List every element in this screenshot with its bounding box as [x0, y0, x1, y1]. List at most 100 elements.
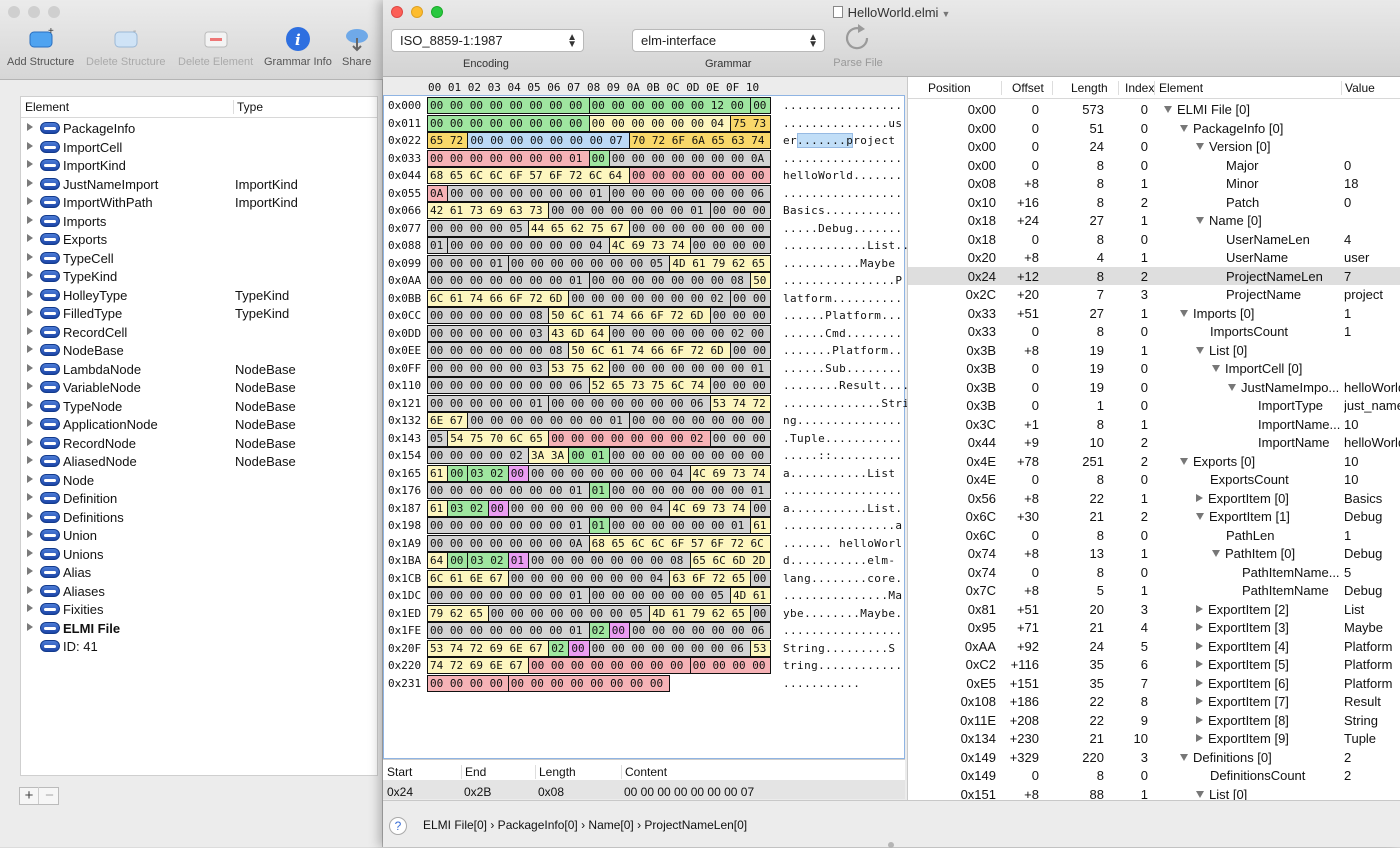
hex-byte-group[interactable]: 00 00 00 00 00 00 00 06 [588, 639, 752, 657]
column-offset[interactable]: Offset [1001, 81, 1044, 95]
disclosure-open-icon[interactable] [1180, 457, 1188, 465]
hex-byte-group[interactable]: 00 00 00 00 00 00 00 06 [608, 184, 772, 202]
ascii-text[interactable]: ......Cmd........ [783, 327, 902, 340]
hex-row[interactable]: 0x055 0A 00 00 00 00 00 00 00 01 00 00 00 0… [384, 184, 904, 203]
ascii-text[interactable]: er.......project [783, 134, 895, 147]
hex-row[interactable]: 0x022 65 72 00 00 00 00 00 00 00 07 70 72 6… [384, 132, 904, 150]
structure-item[interactable]: VariableNode NodeBase [21, 378, 377, 397]
structure-item[interactable]: FilledType TypeKind [21, 304, 377, 323]
minimize-button[interactable] [28, 6, 40, 18]
hex-byte-group[interactable]: 00 00 00 00 00 00 00 01 [427, 149, 590, 167]
structure-item[interactable]: AliasedNode NodeBase [21, 452, 377, 471]
ascii-text[interactable]: ........Result.... [783, 379, 909, 392]
tree-row[interactable]: 0x2C +20 7 3 ProjectName project [908, 285, 1400, 304]
ascii-text[interactable]: ................. [783, 187, 902, 200]
disclosure-open-icon[interactable] [1212, 550, 1220, 557]
add-structure-button[interactable]: + Add Structure [7, 26, 74, 68]
resize-handle[interactable] [888, 842, 894, 848]
hex-byte-group[interactable]: 00 00 00 01 [427, 254, 509, 272]
structure-item[interactable]: Alias [21, 563, 377, 582]
hex-byte-group[interactable]: 00 00 [730, 289, 772, 307]
ascii-text[interactable]: lang........core. [783, 572, 902, 585]
hex-byte-group[interactable]: 00 [750, 97, 772, 114]
ascii-text[interactable]: ybe........Maybe. [783, 607, 902, 620]
tree-row[interactable]: 0x3C +1 8 1 ImportName... 10 [908, 415, 1400, 434]
structure-item[interactable]: Definitions [21, 508, 377, 527]
hex-byte-group[interactable]: 00 00 00 00 00 00 00 0A [427, 534, 590, 552]
structure-item[interactable]: Definition [21, 489, 377, 508]
hex-byte-group[interactable]: 00 00 00 00 00 00 00 01 [427, 587, 590, 604]
column-value[interactable]: Value [1341, 81, 1375, 95]
hex-byte-group[interactable]: 00 00 00 00 00 00 00 05 [487, 604, 651, 622]
ascii-text[interactable]: ....... helloWorl [783, 537, 902, 550]
hex-row[interactable]: 0x077 00 00 00 00 05 44 65 62 75 67 00 00 0… [384, 219, 904, 238]
share-button[interactable]: Share [342, 26, 371, 68]
disclosure-open-icon[interactable] [1196, 217, 1204, 224]
hex-byte-group[interactable]: 00 [447, 552, 469, 569]
hex-row[interactable]: 0x088 01 00 00 00 00 00 00 00 04 4C 69 73 7… [384, 237, 909, 255]
disclosure-triangle-icon[interactable] [27, 326, 33, 335]
hex-row[interactable]: 0x1CB 6C 61 6E 67 00 00 00 00 00 00 00 04 6… [384, 569, 904, 588]
disclosure-triangle-icon[interactable] [27, 548, 33, 557]
hex-byte-group[interactable]: 00 00 00 00 05 [427, 219, 529, 237]
hex-byte-group[interactable]: 00 00 00 00 00 08 [427, 307, 550, 324]
hex-byte-group[interactable]: 00 [608, 622, 630, 639]
structure-item[interactable]: Aliases [21, 582, 377, 601]
hex-row[interactable]: 0x143 05 54 75 70 6C 65 00 00 00 00 00 00 0… [384, 429, 904, 448]
structure-item[interactable]: TypeKind [21, 267, 377, 286]
hex-row[interactable]: 0x187 61 03 02 00 00 00 00 00 00 00 00 04 4C … [384, 499, 904, 518]
hex-row[interactable]: 0x231 00 00 00 00 00 00 00 00 00 00 00 00.… [384, 674, 904, 693]
disclosure-triangle-icon[interactable] [27, 363, 33, 372]
hex-byte-group[interactable]: 00 00 00 00 00 00 00 [629, 219, 772, 237]
hex-byte-group[interactable]: 00 00 00 00 00 00 00 05 [507, 254, 671, 272]
tree-row[interactable]: 0x3B +8 19 1 List [0] [908, 341, 1400, 360]
structure-item[interactable]: ApplicationNode NodeBase [21, 415, 377, 434]
hex-byte-group[interactable]: 00 00 00 00 00 00 00 0A [608, 149, 772, 167]
disclosure-triangle-icon[interactable] [27, 382, 33, 390]
disclosure-triangle-icon[interactable] [27, 234, 33, 242]
hex-byte-group[interactable]: 4D 61 79 62 65 [649, 604, 752, 622]
tree-row[interactable]: 0x7C +8 5 1 PathItemName Debug [908, 581, 1400, 600]
hex-byte-group[interactable]: 00 00 00 00 00 00 00 01 [608, 359, 772, 377]
hex-byte-group[interactable]: 00 [750, 499, 772, 517]
hex-byte-group[interactable]: 63 6F 72 65 [669, 569, 752, 587]
tree-row[interactable]: 0x4E +78 251 2 Exports [0] 10 [908, 452, 1400, 471]
hex-byte-group[interactable]: 00 01 [568, 447, 610, 464]
hex-byte-group[interactable]: 00 00 00 [709, 377, 772, 394]
ascii-text[interactable]: ........... [783, 677, 860, 690]
ascii-text[interactable]: ............List.. [783, 239, 909, 252]
disclosure-open-icon[interactable] [1228, 383, 1236, 391]
disclosure-open-icon[interactable] [1196, 513, 1204, 520]
hex-byte-group[interactable]: 6C 61 74 66 6F 72 6D [427, 289, 570, 307]
disclosure-triangle-icon[interactable] [27, 160, 33, 168]
ascii-text[interactable]: ................a [783, 519, 902, 532]
ascii-text[interactable]: ......Platform... [783, 309, 902, 322]
hex-row[interactable]: 0x1ED 79 62 65 00 00 00 00 00 00 00 05 4D 6… [384, 604, 904, 623]
hex-byte-group[interactable]: 00 00 00 00 00 00 01 [608, 517, 752, 534]
structure-item[interactable]: TypeNode NodeBase [21, 397, 377, 416]
disclosure-open-icon[interactable] [1196, 790, 1204, 798]
tree-row[interactable]: 0x3B 0 1 0 ImportType just_name [908, 396, 1400, 415]
hex-byte-group[interactable]: 50 6C 61 74 66 6F 72 6D [548, 307, 711, 324]
hex-byte-group[interactable]: 00 00 00 00 00 00 00 00 [427, 97, 590, 114]
disclosure-closed-icon[interactable] [1196, 678, 1203, 687]
hex-byte-group[interactable]: 00 00 [730, 342, 772, 359]
tree-row[interactable]: 0x20 +8 4 1 UserName user [908, 248, 1400, 267]
hex-byte-group[interactable]: 00 00 00 00 [427, 674, 509, 692]
hex-byte-group[interactable]: 4C 69 73 74 [669, 499, 752, 517]
hex-byte-group[interactable]: 00 00 00 00 00 00 12 00 [588, 97, 752, 114]
hex-byte-group[interactable]: 00 00 00 00 00 00 00 01 [608, 482, 772, 499]
disclosure-triangle-icon[interactable] [27, 456, 33, 464]
hex-byte-group[interactable]: 00 00 00 00 00 00 05 [588, 587, 731, 604]
tree-row[interactable]: 0x6C +30 21 2 ExportItem [1] Debug [908, 507, 1400, 526]
hex-byte-group[interactable]: 53 [750, 639, 772, 657]
disclosure-open-icon[interactable] [1196, 143, 1204, 150]
hex-byte-group[interactable]: 6E 67 [427, 412, 469, 429]
disclosure-triangle-icon[interactable] [27, 215, 33, 224]
disclosure-open-icon[interactable] [1180, 309, 1188, 317]
ascii-text[interactable]: d...........elm- [783, 554, 895, 567]
hex-byte-group[interactable]: 00 00 00 [709, 429, 772, 447]
hex-byte-group[interactable]: 00 00 00 00 00 00 00 00 [427, 114, 590, 132]
hex-byte-group[interactable]: 53 74 72 69 [709, 394, 772, 412]
hex-byte-group[interactable]: 79 62 65 [427, 604, 489, 622]
